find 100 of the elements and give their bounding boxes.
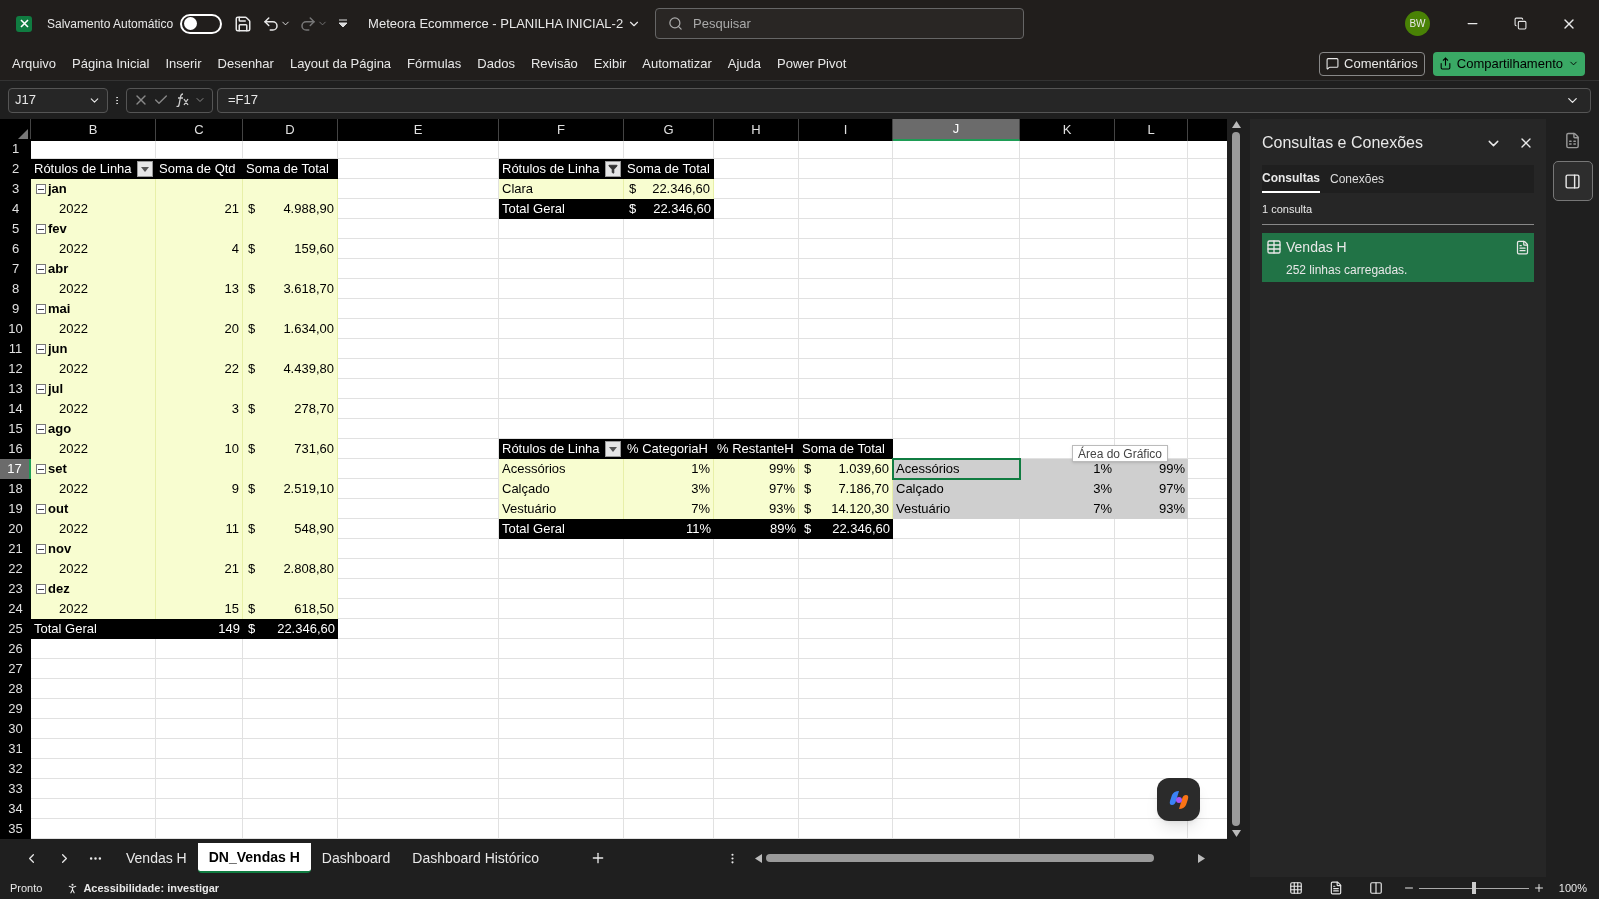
menu-item[interactable]: Revisão: [522, 47, 586, 80]
row-header[interactable]: 5: [0, 219, 31, 240]
row-header[interactable]: 14: [0, 399, 31, 420]
row-header[interactable]: 17: [0, 459, 31, 480]
row-header[interactable]: 19: [0, 499, 31, 520]
zoom-slider[interactable]: [1418, 882, 1529, 894]
scroll-left-icon[interactable]: [755, 853, 763, 863]
collapse-icon[interactable]: [36, 544, 46, 554]
name-box[interactable]: J17: [8, 87, 108, 113]
column-header[interactable]: I: [799, 119, 893, 141]
scroll-down-icon[interactable]: [1231, 830, 1241, 837]
menu-item[interactable]: Desenhar: [209, 47, 282, 80]
query-card[interactable]: Vendas H 252 linhas carregadas.: [1262, 232, 1534, 282]
row-header[interactable]: 25: [0, 619, 31, 640]
menu-item[interactable]: Power Pivot: [769, 47, 855, 80]
collapse-icon[interactable]: [36, 584, 46, 594]
panel-icon[interactable]: [1552, 161, 1593, 201]
collapse-icon[interactable]: [36, 504, 46, 514]
row-header[interactable]: 22: [0, 559, 31, 580]
row-header[interactable]: 23: [0, 579, 31, 600]
formula-input[interactable]: =F17: [217, 87, 1591, 113]
collapse-icon[interactable]: [36, 384, 46, 394]
row-header[interactable]: 21: [0, 539, 31, 560]
row-header[interactable]: 16: [0, 439, 31, 460]
redo-icon[interactable]: [299, 14, 318, 33]
row-header[interactable]: 7: [0, 259, 31, 280]
sheet-tab[interactable]: Dashboard Histórico: [401, 843, 551, 873]
zoom-slider-thumb[interactable]: [1471, 882, 1476, 894]
menu-item[interactable]: Fórmulas: [399, 47, 470, 80]
menu-item[interactable]: Automatizar: [634, 47, 720, 80]
scroll-up-icon[interactable]: [1231, 121, 1241, 128]
row-header[interactable]: 35: [0, 819, 31, 839]
panel-tab[interactable]: Consultas: [1262, 165, 1320, 193]
page-break-icon[interactable]: [1368, 881, 1383, 895]
row-header[interactable]: 2: [0, 159, 31, 180]
collapse-icon[interactable]: [36, 464, 46, 474]
column-header[interactable]: F: [499, 119, 624, 141]
row-header[interactable]: 9: [0, 299, 31, 320]
menu-item[interactable]: Ajuda: [719, 47, 769, 80]
user-avatar[interactable]: BW: [1405, 11, 1430, 36]
row-header[interactable]: 31: [0, 739, 31, 760]
panel-tab[interactable]: Conexões: [1330, 165, 1385, 193]
row-header[interactable]: 32: [0, 759, 31, 780]
row-header[interactable]: 10: [0, 319, 31, 340]
collapse-icon[interactable]: [36, 264, 46, 274]
collapse-icon[interactable]: [36, 224, 46, 234]
collapse-icon[interactable]: [36, 184, 46, 194]
column-header[interactable]: J: [893, 119, 1020, 141]
copilot-button[interactable]: [1157, 778, 1200, 821]
dropdown-button[interactable]: [605, 441, 621, 457]
column-header[interactable]: C: [156, 119, 243, 141]
row-header[interactable]: 1: [0, 139, 31, 160]
column-header[interactable]: H: [714, 119, 799, 141]
menu-item[interactable]: Exibir: [585, 47, 635, 80]
menu-item[interactable]: Layout da Página: [281, 47, 400, 80]
collapse-icon[interactable]: [36, 344, 46, 354]
menu-item[interactable]: Inserir: [157, 47, 210, 80]
customize-icon[interactable]: [338, 19, 349, 28]
document-title[interactable]: Meteora Ecommerce - PLANILHA INICIAL-2: [368, 13, 624, 34]
row-header[interactable]: 20: [0, 519, 31, 540]
column-header[interactable]: K: [1020, 119, 1115, 141]
row-header[interactable]: 8: [0, 279, 31, 300]
row-header[interactable]: 27: [0, 659, 31, 680]
row-header[interactable]: 26: [0, 639, 31, 660]
column-header[interactable]: L: [1115, 119, 1188, 141]
scroll-right-icon[interactable]: [1198, 853, 1206, 863]
row-header[interactable]: 34: [0, 799, 31, 820]
comments-button[interactable]: Comentários: [1319, 51, 1425, 76]
row-header[interactable]: 28: [0, 679, 31, 700]
row-header[interactable]: 29: [0, 699, 31, 720]
autosave-toggle[interactable]: [180, 13, 223, 34]
column-header[interactable]: E: [338, 119, 499, 141]
select-all-corner[interactable]: [0, 119, 31, 141]
menu-item[interactable]: Dados: [469, 47, 523, 80]
horizontal-scrollbar[interactable]: [755, 851, 1206, 865]
save-icon[interactable]: [234, 14, 253, 33]
menu-item[interactable]: Arquivo: [4, 47, 65, 80]
sheet-tab[interactable]: Vendas H: [115, 843, 198, 873]
column-header[interactable]: G: [624, 119, 714, 141]
row-header[interactable]: 30: [0, 719, 31, 740]
collapse-icon[interactable]: [36, 424, 46, 434]
row-header[interactable]: 15: [0, 419, 31, 440]
row-header[interactable]: 12: [0, 359, 31, 380]
sheet-tab[interactable]: Dashboard: [310, 843, 402, 873]
share-button[interactable]: Compartilhamento: [1432, 51, 1585, 76]
undo-icon[interactable]: [262, 14, 281, 33]
row-header[interactable]: 24: [0, 599, 31, 620]
row-header[interactable]: 11: [0, 339, 31, 360]
page-layout-icon[interactable]: [1328, 881, 1343, 895]
row-header[interactable]: 13: [0, 379, 31, 400]
zoom-in-icon[interactable]: [1532, 882, 1545, 894]
sheet-tab[interactable]: DN_Vendas H: [197, 843, 311, 873]
restore-icon[interactable]: [1514, 17, 1527, 30]
function-icon[interactable]: [173, 93, 190, 107]
accessibility-status[interactable]: Acessibilidade: investigar: [83, 879, 220, 897]
row-header[interactable]: 18: [0, 479, 31, 500]
row-header[interactable]: 4: [0, 199, 31, 220]
zoom-level[interactable]: 100%: [1558, 879, 1587, 897]
row-header[interactable]: 3: [0, 179, 31, 200]
dropdown-button[interactable]: [137, 161, 153, 177]
